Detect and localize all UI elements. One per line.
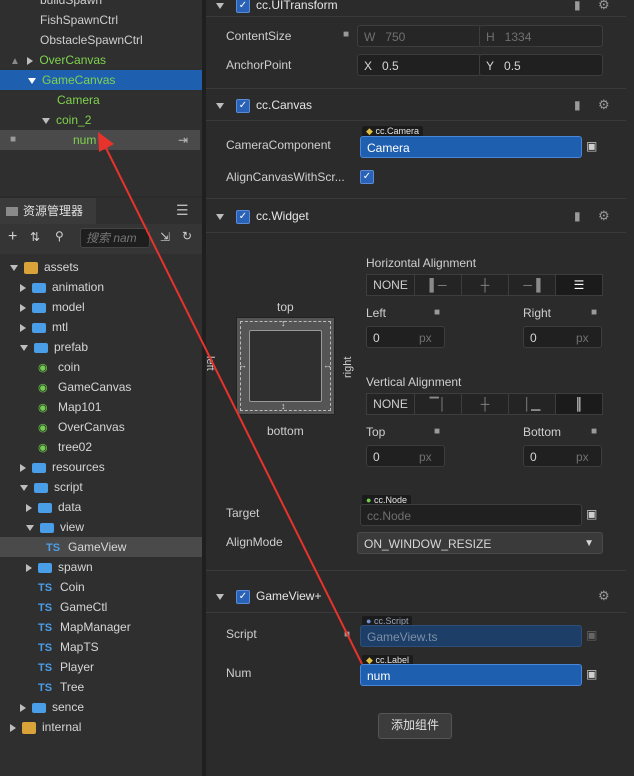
annotation-arrow-line bbox=[103, 143, 363, 665]
annotation-arrow bbox=[98, 132, 363, 665]
